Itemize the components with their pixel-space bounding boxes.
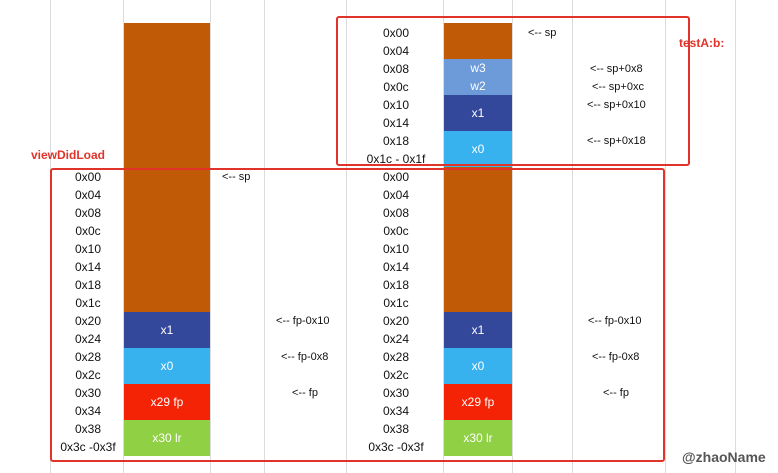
testA-frame-box [336, 16, 690, 166]
grid-line [735, 0, 736, 473]
watermark: @zhaoName [682, 449, 766, 465]
testA-frame-label: testA:b: [679, 36, 725, 50]
viewDidLoad-frame-box [50, 168, 665, 462]
viewDidLoad-frame-label: viewDidLoad [31, 148, 106, 162]
